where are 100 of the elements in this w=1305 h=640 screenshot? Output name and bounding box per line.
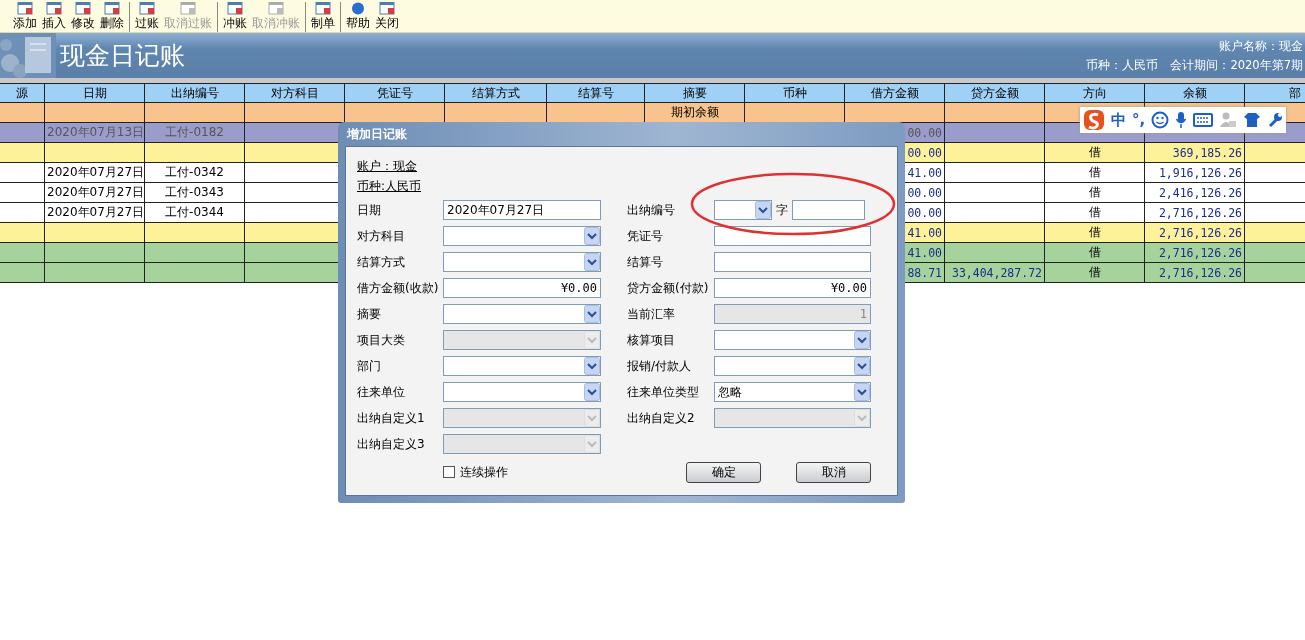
column-header[interactable]: 凭证号 (345, 84, 445, 102)
field-label: 往来单位 (357, 383, 406, 401)
toolbar-button[interactable]: 修改 (71, 2, 95, 32)
table-cell: 2,716,126.26 (1145, 203, 1245, 222)
chevron-down-icon (584, 331, 600, 349)
sheet-icon (268, 2, 284, 15)
field-label: 对方科目 (357, 227, 406, 245)
field-label: 出纳自定义2 (627, 409, 696, 427)
field-label: 当前汇率 (627, 305, 676, 323)
sheet-icon (180, 2, 196, 15)
table-cell: 33,404,287.72 (945, 263, 1045, 282)
field-label: 结算号 (627, 253, 664, 271)
chevron-down-icon (755, 201, 771, 219)
account-label: 账户：现金 (357, 158, 418, 175)
field-label: 贷方金额(付款) (627, 279, 710, 297)
ime-punctuation[interactable]: °, (1132, 111, 1146, 129)
dropdown-field[interactable] (443, 226, 601, 246)
column-header[interactable]: 余额 (1145, 84, 1245, 102)
field-label: 摘要 (357, 305, 382, 323)
column-header[interactable]: 日期 (45, 84, 145, 102)
sheet-icon (75, 2, 91, 15)
sheet-icon (139, 2, 155, 15)
microphone-icon (1175, 111, 1188, 129)
table-cell: 借 (1045, 223, 1145, 242)
sheet-icon (46, 2, 62, 15)
dropdown-field[interactable] (443, 356, 601, 376)
toolbar-button[interactable]: 插入 (42, 2, 66, 32)
dropdown-field[interactable] (714, 330, 871, 350)
dropdown-field[interactable] (443, 304, 601, 324)
sheet-icon (315, 2, 331, 15)
field-label: 报销/付款人 (627, 357, 693, 375)
table-cell: 工付-0344 (145, 203, 245, 222)
page-title: 现金日记账 (60, 40, 186, 72)
toolbar-button[interactable]: 制单 (311, 2, 335, 32)
toolbar-button[interactable]: 过账 (135, 2, 159, 32)
column-header[interactable]: 摘要 (645, 84, 745, 102)
toolbar-button[interactable]: 帮助 (346, 2, 370, 32)
user-icon (1219, 111, 1238, 129)
toolbar-button[interactable]: 关闭 (375, 2, 399, 32)
column-header[interactable]: 贷方金额 (945, 84, 1045, 102)
column-header[interactable]: 结算号 (547, 84, 645, 102)
field-label: 日期 (357, 201, 382, 219)
chevron-down-icon (854, 357, 870, 375)
table-cell: 2020年07月27日 (45, 203, 145, 222)
chevron-down-icon (584, 409, 600, 427)
chevron-down-icon (584, 383, 600, 401)
input-field[interactable]: ¥0.00 (714, 278, 871, 298)
field-label: 项目大类 (357, 331, 406, 349)
chevron-down-icon (854, 409, 870, 427)
shirt-icon (1243, 112, 1262, 128)
field-label: 部门 (357, 357, 382, 375)
ok-button[interactable]: 确定 (686, 461, 761, 483)
column-header[interactable]: 源 (0, 84, 45, 102)
column-header[interactable]: 结算方式 (445, 84, 547, 102)
field-label: 出纳自定义1 (357, 409, 426, 427)
input-field[interactable] (714, 252, 871, 272)
column-header[interactable]: 币种 (745, 84, 845, 102)
chevron-down-icon (584, 435, 600, 453)
dropdown-field[interactable] (714, 200, 772, 220)
smiley-icon (1151, 111, 1170, 129)
chevron-down-icon (584, 305, 600, 323)
column-header[interactable]: 对方科目 (245, 84, 345, 102)
dropdown-field[interactable]: 忽略 (714, 382, 871, 402)
input-field[interactable]: ¥0.00 (443, 278, 601, 298)
keyboard-icon (1193, 113, 1214, 127)
toolbar-button[interactable]: 删除 (100, 2, 124, 32)
help-icon (350, 2, 366, 15)
table-cell: 工付-0342 (145, 163, 245, 182)
dropdown-field[interactable] (443, 252, 601, 272)
table-cell: 借 (1045, 263, 1145, 282)
table-cell: 工付-0182 (145, 123, 245, 142)
chevron-down-icon (584, 227, 600, 245)
column-header[interactable]: 方向 (1045, 84, 1145, 102)
table-cell: 借 (1045, 183, 1145, 202)
column-header[interactable]: 出纳编号 (145, 84, 245, 102)
input-field[interactable] (792, 200, 865, 220)
cancel-button[interactable]: 取消 (796, 461, 871, 483)
field-label: 出纳编号 (627, 201, 676, 219)
sheet-icon (379, 2, 395, 15)
field-label: 凭证号 (627, 227, 664, 245)
checkbox[interactable] (443, 466, 455, 478)
table-cell: 2,416,126.26 (1145, 183, 1245, 202)
field-label: 结算方式 (357, 253, 406, 271)
table-cell: 借 (1045, 203, 1145, 222)
table-cell: 1,916,126.26 (1145, 163, 1245, 182)
checkbox-label: 连续操作 (460, 463, 508, 481)
field-label: 往来单位类型 (627, 383, 700, 401)
input-field[interactable]: 2020年07月27日 (443, 200, 601, 220)
ime-mode[interactable]: 中 (1111, 110, 1126, 130)
toolbar-button[interactable]: 添加 (13, 2, 37, 32)
dropdown-field[interactable] (443, 382, 601, 402)
field-label: 核算项目 (627, 331, 676, 349)
table-cell: 2020年07月27日 (45, 183, 145, 202)
table-cell: 369,185.26 (1145, 143, 1245, 162)
column-header[interactable]: 借方金额 (845, 84, 945, 102)
table-cell: 2,716,126.26 (1145, 223, 1245, 242)
toolbar-button[interactable]: 冲账 (223, 2, 247, 32)
dropdown-field[interactable] (714, 356, 871, 376)
table-cell: 2020年07月13日 (45, 123, 145, 142)
column-header[interactable]: 部 (1245, 84, 1305, 102)
